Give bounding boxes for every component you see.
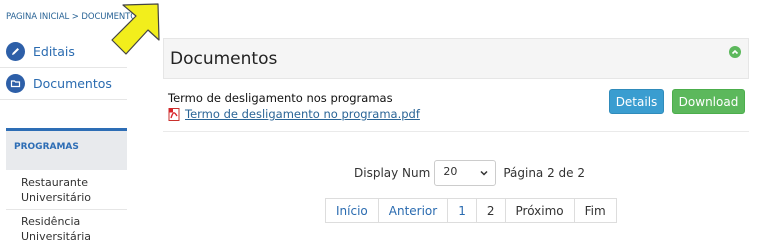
document-row: Termo de desligamento nos programas Term… — [163, 80, 749, 132]
sidebar-item-label: Documentos — [33, 76, 112, 91]
pagination-first[interactable]: Início — [325, 198, 379, 223]
program-label-line2: Universitário — [21, 191, 92, 204]
details-button[interactable]: Details — [609, 89, 664, 114]
program-label-line1: Restaurante — [21, 176, 88, 189]
display-num-select[interactable]: 20 — [434, 160, 497, 186]
panel-heading: Documentos — [163, 38, 749, 79]
pagination-prev[interactable]: Anterior — [377, 198, 449, 223]
display-num-control: Display Num 20 Página 2 de 2 — [354, 160, 585, 186]
display-num-label: Display Num — [354, 166, 431, 180]
side-menu: Editais Documentos — [0, 36, 127, 100]
folder-icon — [6, 74, 25, 93]
chevron-down-icon — [480, 170, 488, 176]
page-title: Documentos — [170, 49, 278, 69]
pagination: Início Anterior 1 2 Próximo Fim — [325, 198, 617, 223]
programs-header: PROGRAMAS — [6, 128, 127, 170]
document-file-name[interactable]: Termo de desligamento no programa.pdf — [185, 107, 420, 121]
chevron-up-icon[interactable] — [729, 46, 741, 58]
sidebar-item-restaurante[interactable]: Restaurante Universitário — [6, 175, 127, 210]
display-num-value: 20 — [443, 165, 458, 178]
sidebar-item-documentos[interactable]: Documentos — [0, 68, 127, 100]
sidebar-item-label: Editais — [33, 44, 75, 59]
program-label-line1: Residência — [21, 215, 81, 228]
pdf-icon — [168, 107, 180, 121]
program-label-line2: Universitária — [21, 230, 92, 243]
page-info: Página 2 de 2 — [503, 166, 586, 180]
document-file-link[interactable]: Termo de desligamento no programa.pdf — [168, 107, 420, 121]
programs-title: PROGRAMAS — [14, 142, 79, 152]
sidebar-item-residencia[interactable]: Residência Universitária — [6, 214, 127, 248]
document-title: Termo de desligamento nos programas — [168, 91, 393, 105]
pagination-page-2-current: 2 — [475, 198, 506, 223]
pagination-page-1[interactable]: 1 — [447, 198, 477, 223]
sidebar-item-editais[interactable]: Editais — [0, 36, 127, 68]
download-button[interactable]: Download — [672, 89, 745, 114]
pagination-next[interactable]: Próximo — [504, 198, 575, 223]
pencil-icon — [6, 42, 25, 61]
pagination-last[interactable]: Fim — [573, 198, 617, 223]
